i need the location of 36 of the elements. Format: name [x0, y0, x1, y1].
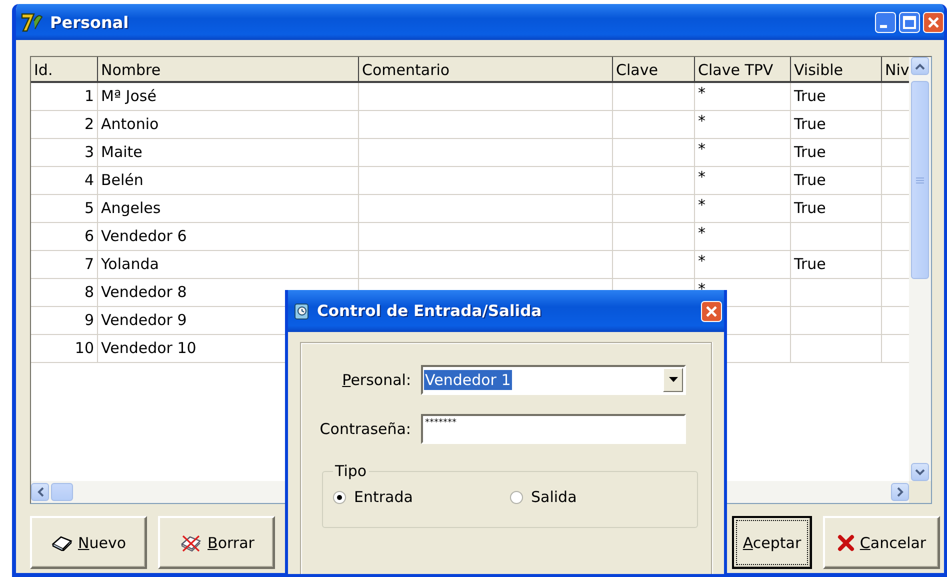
table-cell: 6 — [31, 223, 98, 251]
table-cell: True — [791, 111, 882, 139]
table-cell: * — [695, 251, 791, 279]
table-cell: 3 — [31, 139, 98, 167]
table-cell: True — [791, 195, 882, 223]
table-cell: * — [695, 111, 791, 139]
table-cell: * — [695, 223, 791, 251]
field-value: Vendedor 1 — [424, 370, 512, 390]
group-title: Tipo — [335, 462, 367, 480]
table-cell: 7 — [31, 251, 98, 279]
table-cell: True — [791, 139, 882, 167]
table-cell: Yolanda — [98, 251, 359, 279]
table-cell: * — [695, 195, 791, 223]
table-cell: * — [695, 83, 791, 111]
table-cell: Mª José — [98, 83, 359, 111]
table-cell: Maite — [98, 139, 359, 167]
table-cell: True — [791, 251, 882, 279]
table-cell: Antonio — [98, 111, 359, 139]
table-cell: 5 — [31, 195, 98, 223]
table-cell: 9 — [31, 307, 98, 335]
field-label: Contraseña: — [318, 420, 412, 438]
table-cell: Belén — [98, 167, 359, 195]
table-cell: Angeles — [98, 195, 359, 223]
table-cell: 4 — [31, 167, 98, 195]
table-cell: 2 — [31, 111, 98, 139]
field-label: Personal: — [341, 370, 412, 388]
table-cell: True — [791, 167, 882, 195]
window-title: Personal — [50, 12, 130, 32]
table-cell: * — [695, 139, 791, 167]
table-cell: True — [791, 83, 882, 111]
table-cell: * — [695, 167, 791, 195]
table-cell: 1 — [31, 83, 98, 111]
password-value: ******* — [424, 416, 458, 428]
table-cell: 10 — [31, 335, 98, 363]
table-cell: Vendedor 6 — [98, 223, 359, 251]
table-cell: 8 — [31, 279, 98, 307]
